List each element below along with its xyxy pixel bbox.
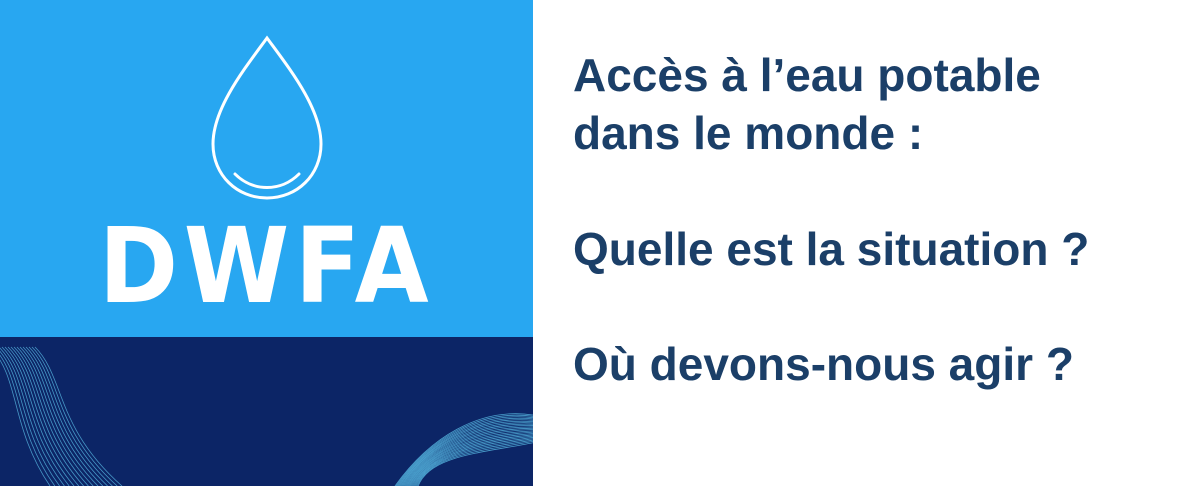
headline-question-action: Où devons-nous agir ? xyxy=(573,338,1074,390)
logo-wordmark: DWFA xyxy=(98,205,435,327)
logo-area: DWFA xyxy=(0,0,533,337)
wave-decoration xyxy=(0,337,533,486)
headline-title-line-2: dans le monde : xyxy=(573,107,924,159)
wave-lines-graphic xyxy=(0,346,533,486)
wave-line xyxy=(31,346,118,486)
headline-panel: Accès à l’eau potable dans le monde : Qu… xyxy=(533,0,1177,486)
water-drop-icon xyxy=(211,35,323,200)
wave-line xyxy=(34,346,123,486)
headline-question-situation: Quelle est la situation ? xyxy=(573,223,1090,275)
headline-title-line-1: Accès à l’eau potable xyxy=(573,49,1041,101)
banner: DWFA Accès à l’eau potable dans le monde… xyxy=(0,0,1177,486)
brand-panel: DWFA xyxy=(0,0,533,486)
